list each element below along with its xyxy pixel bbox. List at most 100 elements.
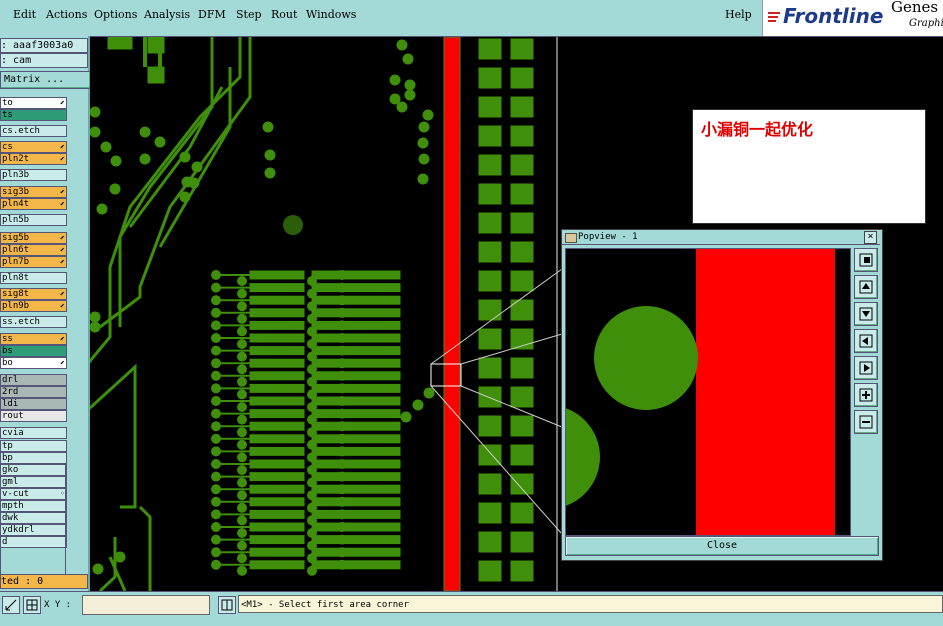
layer-row-pln3b[interactable]: pln3b — [0, 169, 67, 181]
measure-icon[interactable] — [2, 596, 20, 614]
status-bar: X Y : <M1> - Select first area corner — [0, 591, 943, 626]
popview-titlebar[interactable]: Popview - 1 × — [562, 230, 880, 245]
layer-row-tp[interactable]: tp — [0, 440, 67, 452]
layer-row-cs-etch[interactable]: cs.etch — [0, 125, 67, 137]
via — [110, 155, 122, 167]
smd-finger — [311, 434, 401, 444]
layer-row-cvia[interactable]: cvia — [0, 427, 67, 439]
layer-mark-icon: ⬋ — [60, 301, 65, 310]
layer-row-pln7b[interactable]: pln7b ⬋ — [0, 256, 67, 268]
close-icon[interactable]: × — [864, 231, 877, 244]
layer-row-rout[interactable]: rout — [0, 410, 67, 422]
coordinate-field[interactable] — [82, 595, 210, 615]
popview-zoom-view[interactable] — [565, 248, 851, 536]
via — [404, 79, 416, 91]
square-pad — [478, 67, 502, 89]
pan-up-icon[interactable] — [854, 275, 878, 299]
square-pad — [478, 38, 502, 60]
layer-row-drl[interactable]: drl — [0, 374, 67, 386]
pan-right-icon[interactable] — [854, 356, 878, 380]
grid-icon[interactable] — [23, 596, 41, 614]
menu-analysis[interactable]: Analysis — [144, 8, 190, 21]
menu-rout[interactable]: Rout — [271, 8, 297, 21]
smd-finger — [249, 371, 305, 381]
menu-help[interactable]: Help — [725, 8, 752, 21]
layer-name: to — [2, 98, 13, 108]
menu-step[interactable]: Step — [236, 8, 262, 21]
menu-windows[interactable]: Windows — [306, 8, 356, 21]
layer-row-bs[interactable]: bs — [0, 345, 67, 357]
layer-row-ss-etch[interactable]: ss.etch — [0, 316, 67, 328]
layer-row-pln5b[interactable]: pln5b — [0, 214, 67, 226]
square-pad — [510, 531, 534, 553]
layer-name: ss.etch — [2, 317, 40, 327]
smd-finger — [249, 358, 305, 368]
smd-finger — [311, 383, 401, 393]
via — [417, 137, 429, 149]
layer-row-2rd[interactable]: 2rd — [0, 386, 67, 398]
layer-row-pln9b[interactable]: pln9b ⬋ — [0, 300, 67, 312]
layer-row-sig3b[interactable]: sig3b ⬋ — [0, 186, 67, 198]
smd-finger — [249, 383, 305, 393]
via — [139, 126, 151, 138]
smd-pad — [107, 37, 133, 50]
pan-down-icon[interactable] — [854, 302, 878, 326]
square-pad — [478, 357, 502, 379]
layer-name: pln6t — [2, 245, 30, 255]
layer-row-pln4t[interactable]: pln4t ⬋ — [0, 198, 67, 210]
menubar: Edit Actions Options Analysis DFM Step R… — [0, 0, 943, 37]
layer-row-sig8t[interactable]: sig8t ⬋ — [0, 288, 67, 300]
layer-row-to[interactable]: to ⬋ — [0, 97, 67, 109]
layer-row-cs[interactable]: cs ⬋ — [0, 141, 67, 153]
layer-row-ldi[interactable]: ldi — [0, 398, 67, 410]
smd-finger — [249, 509, 305, 519]
pad — [237, 528, 247, 538]
xy-label: X Y : — [44, 600, 72, 610]
menu-options[interactable]: Options — [94, 8, 137, 21]
smd-finger — [311, 509, 401, 519]
layer-name: cvia — [2, 428, 24, 438]
layer-name: ss — [2, 334, 13, 344]
via — [417, 173, 429, 185]
popview-window[interactable]: Popview - 1 × Close — [561, 229, 883, 561]
square-pad — [478, 386, 502, 408]
layer-row-pln8t[interactable]: pln8t — [0, 272, 67, 284]
zoom-in-icon[interactable] — [854, 383, 878, 407]
square-pad — [510, 241, 534, 263]
layer-name: tp — [2, 441, 13, 451]
matrix-button[interactable]: Matrix ... — [0, 71, 91, 89]
square-pad — [510, 502, 534, 524]
layer-row-sig5b[interactable]: sig5b ⬋ — [0, 232, 67, 244]
layer-row-ts[interactable]: ts — [0, 109, 67, 121]
pad — [237, 414, 247, 425]
via — [92, 563, 104, 575]
smd-finger — [311, 270, 401, 280]
layer-row-pln2t[interactable]: pln2t ⬋ — [0, 153, 67, 165]
menu-actions[interactable]: Actions — [46, 8, 87, 21]
pad — [237, 402, 247, 412]
menu-dfm[interactable]: DFM — [198, 8, 226, 21]
layer-mark-icon: ⬋ — [60, 233, 65, 242]
via — [262, 121, 274, 133]
via — [179, 191, 191, 203]
layer-row-bo[interactable]: bo ⬋ — [0, 357, 67, 369]
panel-toggle-icon[interactable] — [218, 596, 236, 614]
brand-name: Frontline — [783, 4, 884, 28]
smd-finger — [311, 522, 401, 532]
layer-row-ss[interactable]: ss ⬋ — [0, 333, 67, 345]
zoomed-pad — [566, 408, 600, 506]
pan-left-icon[interactable] — [854, 329, 878, 353]
zoom-fit-icon[interactable] — [854, 248, 878, 272]
layer-name: bp — [2, 453, 13, 463]
via — [418, 153, 430, 165]
popview-close-button[interactable]: Close — [565, 536, 879, 556]
menu-edit[interactable]: Edit — [13, 8, 36, 21]
selected-count: ted : 0 — [0, 574, 88, 589]
pad — [237, 389, 247, 400]
smd-finger — [311, 333, 401, 343]
layer-name: pln8t — [2, 273, 30, 283]
zoom-out-icon[interactable] — [854, 410, 878, 434]
layer-row-pln6t[interactable]: pln6t ⬋ — [0, 244, 67, 256]
layer-name: pln2t — [2, 154, 30, 164]
step-name: : cam — [0, 53, 88, 68]
